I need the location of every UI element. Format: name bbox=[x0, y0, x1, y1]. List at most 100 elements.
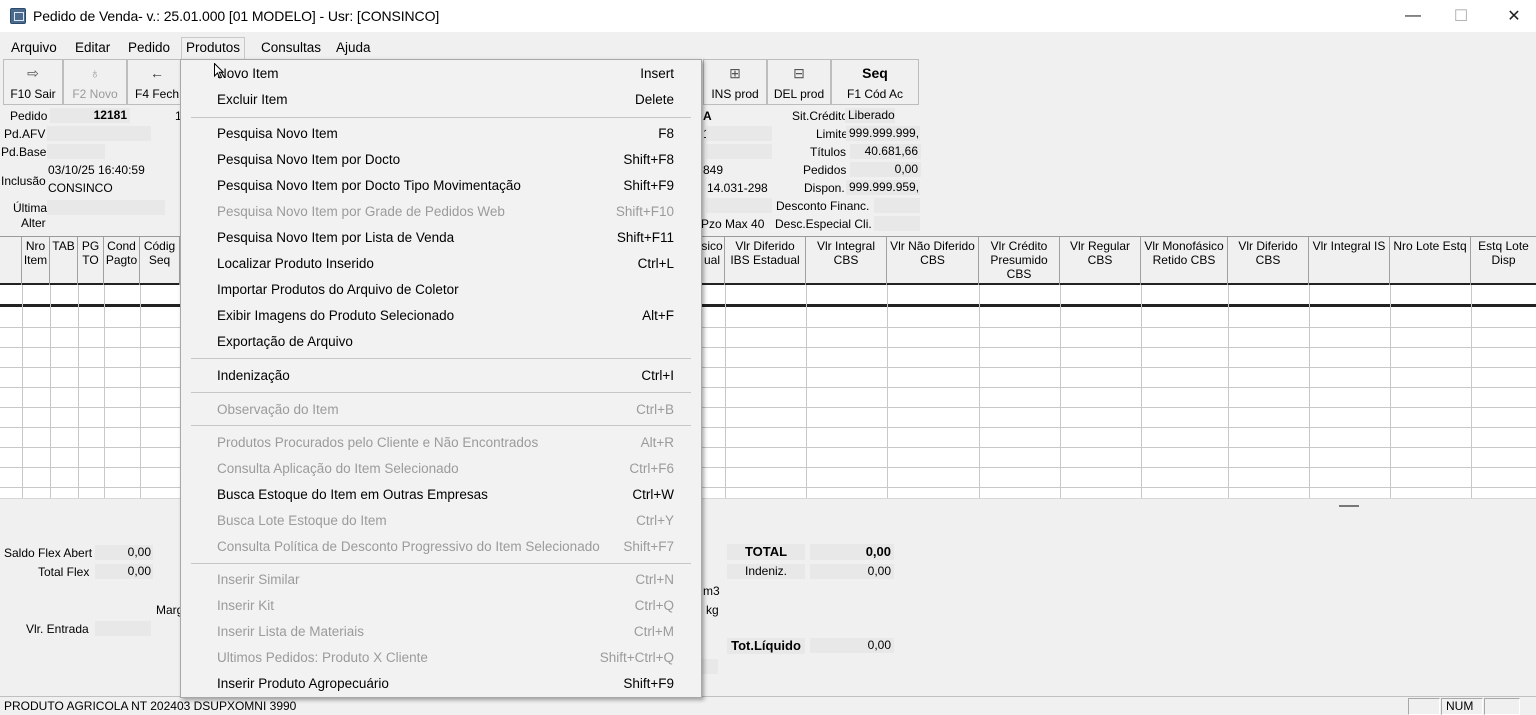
dispon-label: Dispon. bbox=[804, 181, 845, 195]
grid-vline bbox=[1390, 285, 1391, 499]
menu-inserir-produto-agropecuario[interactable]: Inserir Produto Agropecuário Shift+F9 bbox=[181, 672, 701, 696]
menu-item-label: Ultimos Pedidos: Produto X Cliente bbox=[217, 650, 428, 665]
menu-item-label: Busca Estoque do Item em Outras Empresas bbox=[217, 487, 488, 502]
grid-vline bbox=[1309, 285, 1310, 499]
col-tab[interactable]: TAB bbox=[50, 237, 78, 285]
col-vlr-credito-presumido-cbs[interactable]: Vlr Crédito Presumido CBS bbox=[979, 237, 1060, 285]
menu-item-shortcut: Alt+R bbox=[640, 435, 674, 450]
menu-arquivo[interactable]: Arquivo bbox=[7, 37, 61, 59]
col-codigo-seq[interactable]: Códig Seq bbox=[140, 237, 180, 285]
new-button[interactable]: ♁ F2 Novo bbox=[63, 59, 127, 105]
exit-button-label: F10 Sair bbox=[10, 87, 56, 101]
new-button-label: F2 Novo bbox=[72, 87, 118, 101]
maximize-button[interactable]: ☐ bbox=[1438, 0, 1484, 32]
col-nro-lote-estq[interactable]: Nro Lote Estq bbox=[1390, 237, 1471, 285]
ultima-label: Última bbox=[13, 201, 48, 215]
ultima-field bbox=[47, 200, 165, 215]
menu-item-shortcut: Shift+F7 bbox=[623, 539, 674, 554]
menu-pesquisa-docto-tipo-mov[interactable]: Pesquisa Novo Item por Docto Tipo Movime… bbox=[181, 174, 701, 198]
footer-small-box bbox=[702, 659, 718, 674]
vlr-entrada-field[interactable] bbox=[95, 621, 151, 636]
menu-item-label: Pesquisa Novo Item por Grade de Pedidos … bbox=[217, 204, 505, 219]
col-vlr-regular-cbs[interactable]: Vlr Regular CBS bbox=[1060, 237, 1141, 285]
menu-item-label: Pesquisa Novo Item bbox=[217, 126, 338, 141]
minimize-button[interactable]: — bbox=[1390, 0, 1436, 32]
insert-product-button[interactable]: ⊞ INS prod bbox=[703, 59, 767, 105]
menu-item-shortcut: Ctrl+M bbox=[633, 624, 674, 639]
menu-busca-estoque-empresas[interactable]: Busca Estoque do Item em Outras Empresas… bbox=[181, 483, 701, 507]
inclusao-label: Inclusão bbox=[1, 174, 46, 188]
mid-value-3: 14.031-298 bbox=[707, 181, 768, 195]
menu-novo-item[interactable]: Novo Item Insert bbox=[181, 62, 701, 86]
unit-m3: m3 bbox=[703, 584, 720, 598]
access-code-button[interactable]: Seq F1 Cód Ac bbox=[831, 59, 919, 105]
titulos-value: 40.681,66 bbox=[850, 144, 921, 159]
menu-indenizacao[interactable]: Indenização Ctrl+I bbox=[181, 364, 701, 388]
menu-item-label: Pesquisa Novo Item por Docto Tipo Movime… bbox=[217, 178, 521, 193]
col-estq-lote-disp[interactable]: Estq Lote Disp bbox=[1471, 237, 1536, 285]
limite-label: Limite bbox=[816, 127, 849, 141]
menu-consultas[interactable]: Consultas bbox=[257, 37, 325, 59]
close-order-button[interactable]: ← F4 Fech bbox=[127, 59, 187, 105]
menu-localizar-produto[interactable]: Localizar Produto Inserido Ctrl+L bbox=[181, 252, 701, 276]
menu-exibir-imagens[interactable]: Exibir Imagens do Produto Selecionado Alt… bbox=[181, 304, 701, 328]
menu-importar-coletor[interactable]: Importar Produtos do Arquivo de Coletor bbox=[181, 278, 701, 302]
menu-produtos-nao-encontrados: Produtos Procurados pelo Cliente e Não E… bbox=[181, 431, 701, 455]
menu-item-shortcut: Shift+F8 bbox=[623, 152, 674, 167]
desc-especial-field bbox=[874, 216, 920, 231]
delete-product-icon: ⊟ bbox=[793, 65, 805, 81]
menu-item-shortcut: Shift+F9 bbox=[623, 178, 674, 193]
col-vlr-diferido-ibs[interactable]: Vlr Diferido IBS Estadual bbox=[725, 237, 806, 285]
menu-exportacao-arquivo[interactable]: Exportação de Arquivo bbox=[181, 330, 701, 354]
menu-item-shortcut: Ctrl+Q bbox=[634, 598, 674, 613]
pdafv-field[interactable] bbox=[47, 126, 151, 141]
menu-pesquisa-lista-venda[interactable]: Pesquisa Novo Item por Lista de Venda Shi… bbox=[181, 226, 701, 250]
col-pg-to[interactable]: PG TO bbox=[78, 237, 104, 285]
menu-separator bbox=[191, 117, 691, 118]
menu-item-shortcut: Ctrl+F6 bbox=[629, 461, 674, 476]
grid-vline bbox=[725, 285, 726, 499]
pedido-value: 12181 bbox=[50, 108, 130, 123]
menu-item-shortcut: Shift+F9 bbox=[623, 676, 674, 691]
delete-product-label: DEL prod bbox=[773, 87, 825, 101]
total-value: 0,00 bbox=[810, 544, 894, 560]
grid-vline bbox=[22, 285, 23, 499]
menu-pedido[interactable]: Pedido bbox=[124, 37, 174, 59]
menu-item-label: Localizar Produto Inserido bbox=[217, 256, 374, 271]
unit-kg: kg bbox=[706, 603, 719, 617]
splitter-grip-icon[interactable] bbox=[1339, 505, 1359, 507]
menu-produtos[interactable]: Produtos bbox=[181, 37, 246, 59]
indeniz-value: 0,00 bbox=[810, 564, 894, 579]
delete-product-button[interactable]: ⊟ DEL prod bbox=[767, 59, 831, 105]
menu-item-shortcut: Shift+Ctrl+Q bbox=[599, 650, 674, 665]
menu-item-shortcut: Ctrl+W bbox=[632, 487, 674, 502]
col-vlr-nao-diferido-cbs[interactable]: Vlr Não Diferido CBS bbox=[887, 237, 979, 285]
menu-item-shortcut: F8 bbox=[658, 126, 674, 141]
saldo-flex-label: Saldo Flex Abert bbox=[4, 546, 93, 560]
sit-credito-label: Sit.Crédito bbox=[792, 109, 849, 123]
desconto-financ-label: Desconto Financ. bbox=[776, 199, 870, 213]
menu-item-label: Importar Produtos do Arquivo de Coletor bbox=[217, 282, 459, 297]
menu-pesquisa-novo-item[interactable]: Pesquisa Novo Item F8 bbox=[181, 122, 701, 146]
col-cond-pagto[interactable]: Cond Pagto bbox=[104, 237, 140, 285]
col-nro-item[interactable]: Nro Item bbox=[22, 237, 50, 285]
grid-vline bbox=[140, 285, 141, 499]
status-panel-caps bbox=[1408, 698, 1440, 715]
menu-editar[interactable]: Editar bbox=[71, 37, 114, 59]
menu-ajuda[interactable]: Ajuda bbox=[332, 37, 375, 59]
close-button[interactable]: ✕ bbox=[1491, 0, 1536, 32]
col-vlr-integral-is[interactable]: Vlr Integral IS bbox=[1309, 237, 1390, 285]
grid-vline bbox=[50, 285, 51, 499]
pdbase-field[interactable] bbox=[47, 144, 105, 159]
col-vlr-integral-cbs[interactable]: Vlr Integral CBS bbox=[806, 237, 887, 285]
alter-label: Alter bbox=[21, 216, 46, 230]
menu-separator bbox=[191, 392, 691, 393]
menu-excluir-item[interactable]: Excluir Item Delete bbox=[181, 88, 701, 112]
exit-button[interactable]: ⇨ F10 Sair bbox=[3, 59, 63, 105]
exit-icon: ⇨ bbox=[27, 65, 39, 81]
col-vlr-diferido-cbs[interactable]: Vlr Diferido CBS bbox=[1228, 237, 1309, 285]
col-partial[interactable]: sico ual bbox=[700, 237, 725, 285]
menu-item-shortcut: Ctrl+I bbox=[641, 368, 674, 383]
menu-pesquisa-por-docto[interactable]: Pesquisa Novo Item por Docto Shift+F8 bbox=[181, 148, 701, 172]
col-vlr-monofasico-retido-cbs[interactable]: Vlr Monofásico Retido CBS bbox=[1141, 237, 1228, 285]
